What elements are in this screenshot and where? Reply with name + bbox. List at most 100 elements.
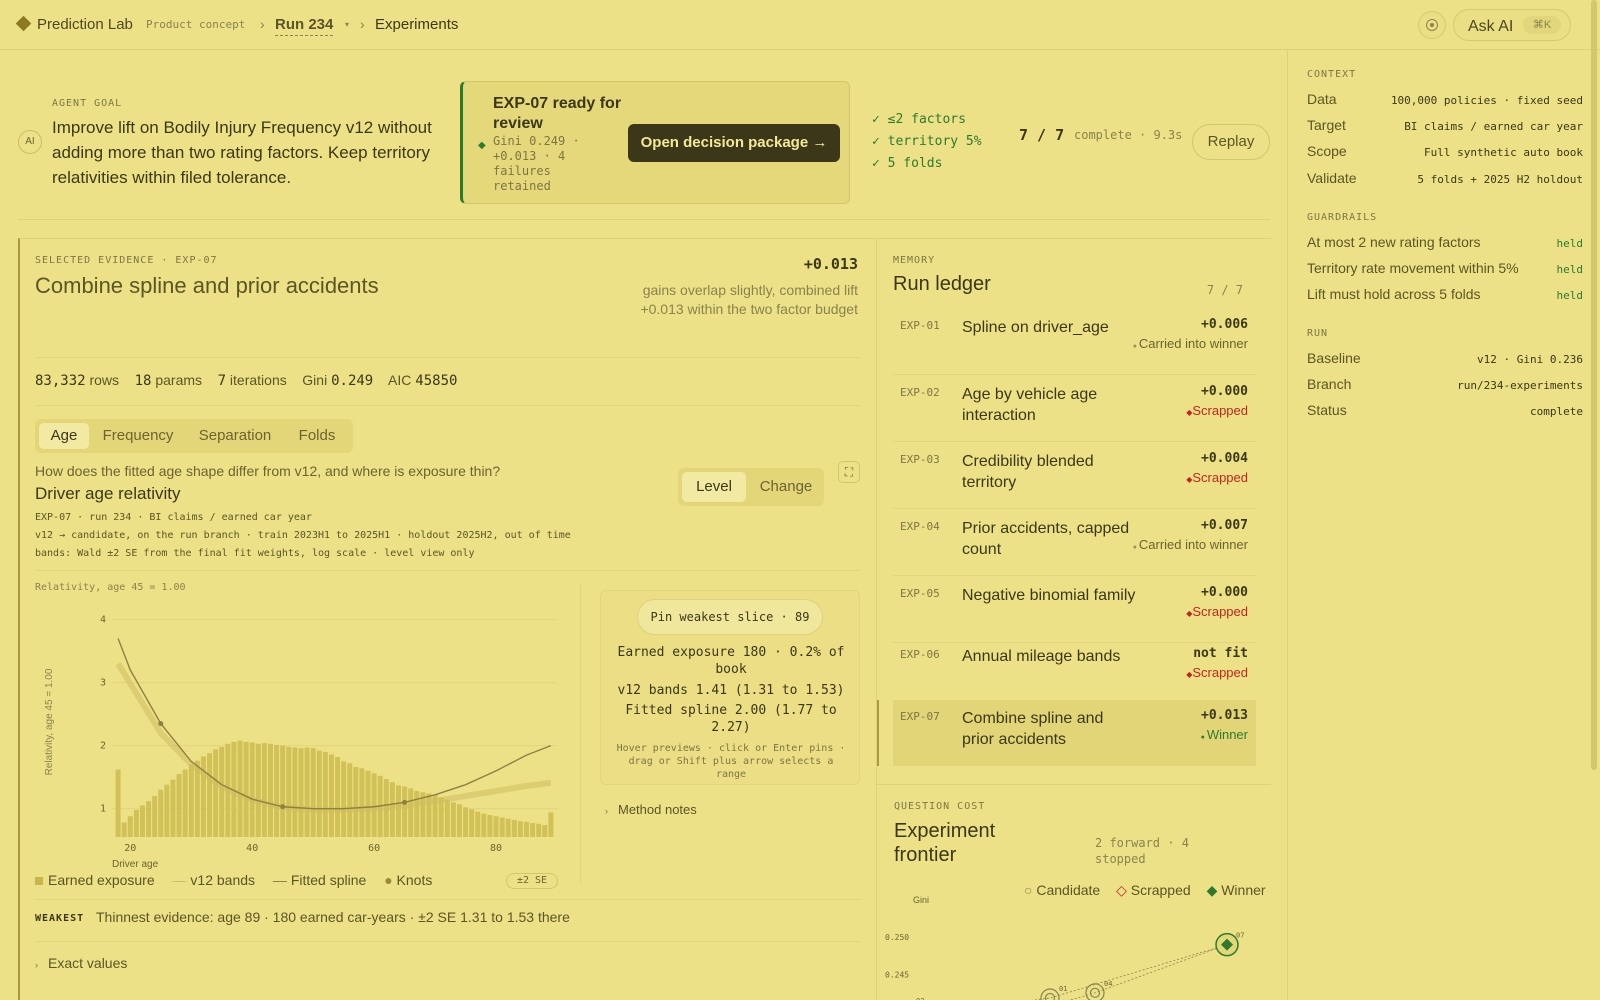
exposure-bar: [158, 789, 164, 837]
evidence-question: How does the fitted age shape differ fro…: [35, 463, 501, 479]
ledger-name: Annual mileage bands: [962, 648, 1121, 665]
relativity-chart[interactable]: 1 2 3 4 Relativity, age 45 = 1.00 20 40 60 80 Dri…: [30, 599, 570, 869]
exposure-bar: [335, 756, 341, 837]
slice-card: Pin weakest slice · 89 Earned exposure 1…: [600, 590, 860, 785]
ledger-id: EXP-06: [900, 648, 940, 661]
toggle-change[interactable]: Change: [754, 472, 818, 502]
run-key: Branch: [1307, 376, 1352, 392]
tab-frequency[interactable]: Frequency: [93, 423, 183, 449]
point-label: 01: [1059, 985, 1067, 993]
replay-button[interactable]: Replay: [1192, 124, 1270, 160]
chart-meta: bands: Wald ±2 SE from the final fit wei…: [35, 548, 475, 559]
tab-age[interactable]: Age: [39, 423, 89, 449]
run-caret-icon[interactable]: ▾: [345, 20, 349, 29]
se-badge[interactable]: ±2 SE: [506, 873, 558, 889]
exposure-bar: [444, 799, 450, 837]
exposure-bar: [469, 809, 475, 837]
frontier-title: Experiment frontier: [894, 820, 996, 866]
ledger-id: EXP-02: [900, 386, 940, 399]
frontier-y-tick: 0.245: [885, 970, 909, 979]
exposure-bar: [517, 821, 523, 837]
ready-title: EXP-07 ready for review: [493, 95, 622, 132]
slice-spline: Fitted spline 2.00 (1.77 to 2.27): [625, 703, 837, 735]
ai-badge: AI: [18, 130, 42, 154]
exposure-bar: [261, 743, 267, 837]
point-label: 07: [1236, 932, 1244, 940]
tab-folds[interactable]: Folds: [287, 423, 347, 449]
exposure-bar: [249, 742, 255, 837]
ledger-row[interactable]: EXP-04 Prior accidents, capped count +0.00…: [893, 510, 1256, 576]
tab-separation[interactable]: Separation: [187, 423, 283, 449]
pin-weakest-slice-button[interactable]: Pin weakest slice · 89: [637, 599, 823, 635]
exposure-bar: [298, 748, 304, 837]
x-tick-label: 20: [124, 843, 136, 854]
ledger-delta: +0.007: [1201, 518, 1248, 533]
slice-exposure: Earned exposure 180 · 0.2% of book: [617, 645, 845, 677]
open-decision-package-button[interactable]: Open decision package →: [628, 124, 840, 162]
context-key: Validate: [1307, 170, 1357, 186]
toggle-level[interactable]: Level: [682, 472, 746, 502]
stat-unit: AIC: [388, 372, 412, 388]
ledger-delta: not fit: [1193, 646, 1248, 661]
stat-unit: iterations: [229, 372, 287, 388]
y-tick-label: 4: [100, 615, 106, 626]
frontier-sub: 2 forward · 4 stopped: [1095, 836, 1189, 866]
exposure-bar: [133, 809, 139, 837]
ledger-title: Run ledger: [893, 273, 991, 295]
context-key: Scope: [1307, 143, 1347, 159]
exposure-bar: [274, 745, 280, 837]
candidate-point-ring: [1040, 988, 1060, 1000]
legend-v12-bands: — v12 bands: [172, 872, 256, 888]
exposure-bar: [493, 816, 499, 837]
context-key: Target: [1307, 117, 1346, 133]
ledger-id: EXP-03: [900, 453, 940, 466]
ledger-status: ◆Scrapped: [1186, 470, 1248, 485]
ledger-row[interactable]: EXP-07 Combine spline and prior accidents…: [893, 700, 1256, 766]
ask-ai-shortcut: ⌘K: [1523, 16, 1561, 34]
ledger-row[interactable]: EXP-01 Spline on driver_age +0.006 ● Carrie…: [893, 309, 1256, 375]
progress-sub: complete · 9.3s: [1074, 128, 1183, 142]
stat-unit: Gini: [302, 372, 328, 388]
ledger-row[interactable]: EXP-06 Annual mileage bands not fit ◆Scrapp…: [893, 638, 1256, 704]
run-value: v12 · Gini 0.236: [1477, 353, 1583, 366]
exposure-bar: [219, 746, 225, 837]
check-factors: ✓ ≤2 factors: [872, 112, 966, 127]
breadcrumb-run[interactable]: Run 234: [275, 16, 334, 36]
x-axis-label: Driver age: [112, 859, 159, 869]
method-notes-toggle[interactable]: › Method notes: [605, 802, 697, 817]
ledger-status: ◆Scrapped: [1186, 403, 1248, 418]
record-button[interactable]: [1418, 11, 1446, 39]
divider: [580, 584, 581, 884]
exposure-bar: [243, 741, 249, 837]
exposure-bar: [164, 784, 170, 837]
exposure-bar: [499, 817, 505, 837]
stat-value: 7: [217, 373, 227, 389]
expand-icon[interactable]: ⛶: [838, 461, 860, 483]
ledger-row[interactable]: EXP-05 Negative binomial family +0.000 ◆Scr…: [893, 577, 1256, 643]
ledger-id: EXP-01: [900, 319, 940, 332]
exposure-bar: [475, 811, 481, 837]
ledger-count: 7 / 7: [1206, 283, 1243, 297]
brand-diamond-icon: [15, 15, 32, 32]
knot-point: [402, 799, 408, 805]
ledger-id: EXP-07: [900, 710, 940, 723]
evidence-note: gains overlap slightly, combined lift +0…: [640, 282, 858, 317]
exposure-bar: [316, 750, 322, 837]
brand-name[interactable]: Prediction Lab: [37, 16, 133, 33]
exposure-bar: [396, 785, 402, 837]
ledger-row[interactable]: EXP-03 Credibility blended territory +0.00…: [893, 443, 1256, 509]
ledger-row[interactable]: EXP-02 Age by vehicle age interaction +0.0…: [893, 376, 1256, 442]
ask-ai-button[interactable]: Ask AI ⌘K: [1453, 9, 1571, 41]
exposure-bar: [542, 825, 548, 837]
stat-value: 0.249: [331, 373, 374, 389]
exposure-bar: [146, 801, 152, 837]
exposure-bar: [420, 792, 426, 837]
frontier-chart[interactable]: Gini0.2450.25007010403: [877, 893, 1272, 1000]
exact-values-toggle[interactable]: › Exact values: [35, 955, 127, 971]
ledger-status: ● Winner: [1200, 727, 1248, 742]
exposure-bar: [365, 770, 371, 837]
exposure-bar: [310, 748, 316, 837]
experiment-frontier-panel: QUESTION COST Experiment frontier 2 forw…: [876, 784, 1271, 1000]
legend-fitted-spline: — Fitted spline: [272, 872, 367, 888]
exposure-bar: [353, 767, 359, 837]
